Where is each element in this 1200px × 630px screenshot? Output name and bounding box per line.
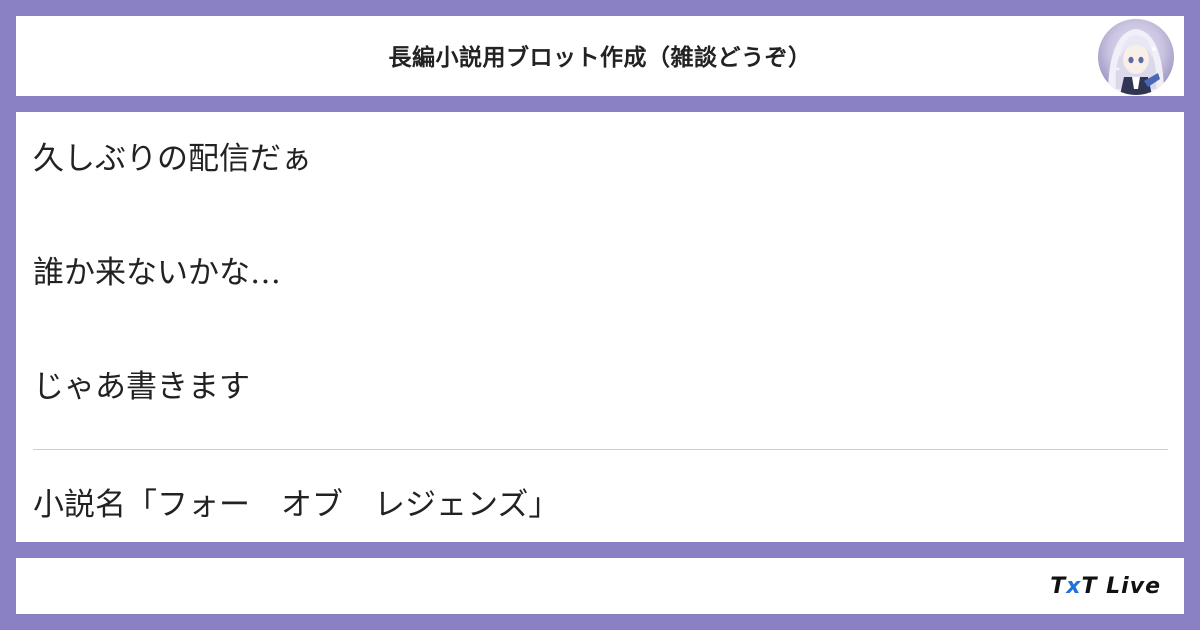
page-title: 長編小説用ブロット作成（雑談どうぞ）	[388, 45, 812, 71]
divider	[33, 449, 1168, 450]
brand-x: x	[1066, 574, 1082, 599]
footer-bar: TxT Live	[16, 558, 1184, 614]
message-text: 小説名「フォー オブ レジェンズ」	[33, 487, 560, 523]
brand-logo[interactable]: TxT Live	[1050, 558, 1161, 614]
message-text: 誰か来ないかな…	[33, 255, 281, 291]
message-text: じゃあ書きます	[33, 369, 250, 405]
brand-suffix: T Live	[1081, 574, 1161, 599]
header-bar: 長編小説用ブロット作成（雑談どうぞ）	[16, 16, 1184, 96]
avatar[interactable]	[1098, 19, 1174, 95]
message-text: 久しぶりの配信だぁ	[33, 141, 312, 177]
avatar-image	[1098, 19, 1174, 95]
chat-panel[interactable]: 久しぶりの配信だぁ 誰か来ないかな… じゃあ書きます 小説名「フォー オブ レジ…	[16, 112, 1184, 542]
brand-prefix: T	[1050, 574, 1067, 599]
